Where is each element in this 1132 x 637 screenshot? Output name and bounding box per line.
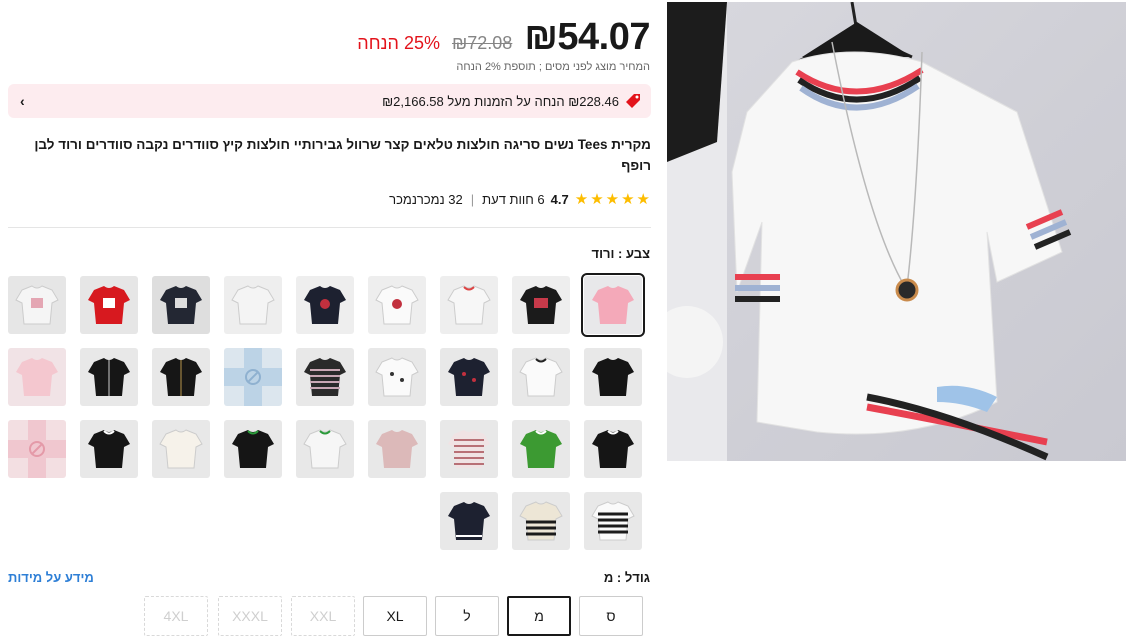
- color-swatch[interactable]: [512, 276, 570, 334]
- color-swatch[interactable]: [8, 420, 66, 478]
- rating-row[interactable]: ★ ★ ★ ★ ★ 4.7 6 חוות דעת | 32 נמכרנמכר: [389, 192, 650, 207]
- color-swatch[interactable]: [296, 348, 354, 406]
- star-icon: ★: [605, 191, 620, 208]
- tag-icon: [625, 93, 641, 109]
- coupon-bar[interactable]: ‹ ₪228.46 הנחה על הזמנות מעל ₪2,166.58: [8, 84, 651, 118]
- star-icon: ★: [590, 191, 604, 208]
- color-swatch[interactable]: [440, 276, 498, 334]
- color-swatch[interactable]: [581, 273, 645, 337]
- sold-count: 32 נמכרנמכר: [389, 192, 463, 207]
- size-option-m[interactable]: מ: [507, 596, 571, 636]
- size-option-4xl[interactable]: 4XL: [144, 596, 208, 636]
- color-swatch[interactable]: [224, 276, 282, 334]
- color-swatch[interactable]: [296, 420, 354, 478]
- main-product-image[interactable]: [667, 2, 1126, 461]
- color-swatch[interactable]: [80, 276, 138, 334]
- discount-badge: 25% הנחה: [357, 33, 440, 53]
- color-swatch[interactable]: [152, 420, 210, 478]
- chevron-left-icon: ‹: [20, 93, 25, 109]
- rating-stars: ★ ★ ★ ★ ★: [575, 192, 650, 207]
- color-swatch[interactable]: [368, 276, 426, 334]
- size-option-xl[interactable]: XL: [363, 596, 427, 636]
- size-label: גודל : מ: [603, 570, 650, 585]
- size-option-l[interactable]: ל: [435, 596, 499, 636]
- color-swatch[interactable]: [8, 348, 66, 406]
- color-swatch[interactable]: [152, 276, 210, 334]
- color-swatch[interactable]: [152, 348, 210, 406]
- tax-note: המחיר מוצג לפני מסים ; תוספת 2% הנחה: [456, 61, 650, 73]
- separator: |: [470, 192, 475, 207]
- color-swatch[interactable]: [512, 420, 570, 478]
- color-swatch[interactable]: [440, 420, 498, 478]
- size-guide-link[interactable]: מידע על מידות: [8, 570, 94, 585]
- color-swatch[interactable]: [296, 276, 354, 334]
- rating-value: 4.7: [550, 192, 569, 207]
- color-swatch[interactable]: [440, 348, 498, 406]
- size-option-xxxl[interactable]: XXXL: [218, 596, 282, 636]
- size-option-s[interactable]: ס: [579, 596, 643, 636]
- color-swatch[interactable]: [368, 348, 426, 406]
- color-swatch[interactable]: [584, 348, 642, 406]
- product-title: מקרית Tees נשים סריגה חולצות טלאים קצר ש…: [34, 137, 651, 173]
- color-swatch[interactable]: [224, 348, 282, 406]
- size-option-xxl[interactable]: XXL: [291, 596, 355, 636]
- original-price: ₪72.08: [451, 33, 513, 53]
- color-swatch[interactable]: [224, 420, 282, 478]
- tshirt-photo: [667, 2, 1072, 461]
- star-icon: ★: [574, 191, 589, 208]
- color-swatch[interactable]: [440, 492, 498, 550]
- color-label: צבע : ורוד: [591, 246, 650, 261]
- coupon-text: ₪228.46 הנחה על הזמנות מעל ₪2,166.58: [382, 93, 619, 109]
- color-swatch[interactable]: [368, 420, 426, 478]
- color-swatch[interactable]: [584, 492, 642, 550]
- price-row: ₪54.07 ₪72.08 25% הנחה: [357, 16, 650, 59]
- color-swatch[interactable]: [80, 420, 138, 478]
- color-swatch[interactable]: [512, 348, 570, 406]
- color-swatch[interactable]: [80, 348, 138, 406]
- color-swatch[interactable]: [584, 420, 642, 478]
- current-price: ₪54.07: [524, 16, 650, 58]
- star-icon: ★: [636, 191, 650, 208]
- star-icon: ★: [621, 191, 635, 208]
- review-count[interactable]: 6 חוות דעת: [482, 192, 545, 207]
- divider: [8, 227, 651, 228]
- color-swatch[interactable]: [512, 492, 570, 550]
- color-swatch[interactable]: [8, 276, 66, 334]
